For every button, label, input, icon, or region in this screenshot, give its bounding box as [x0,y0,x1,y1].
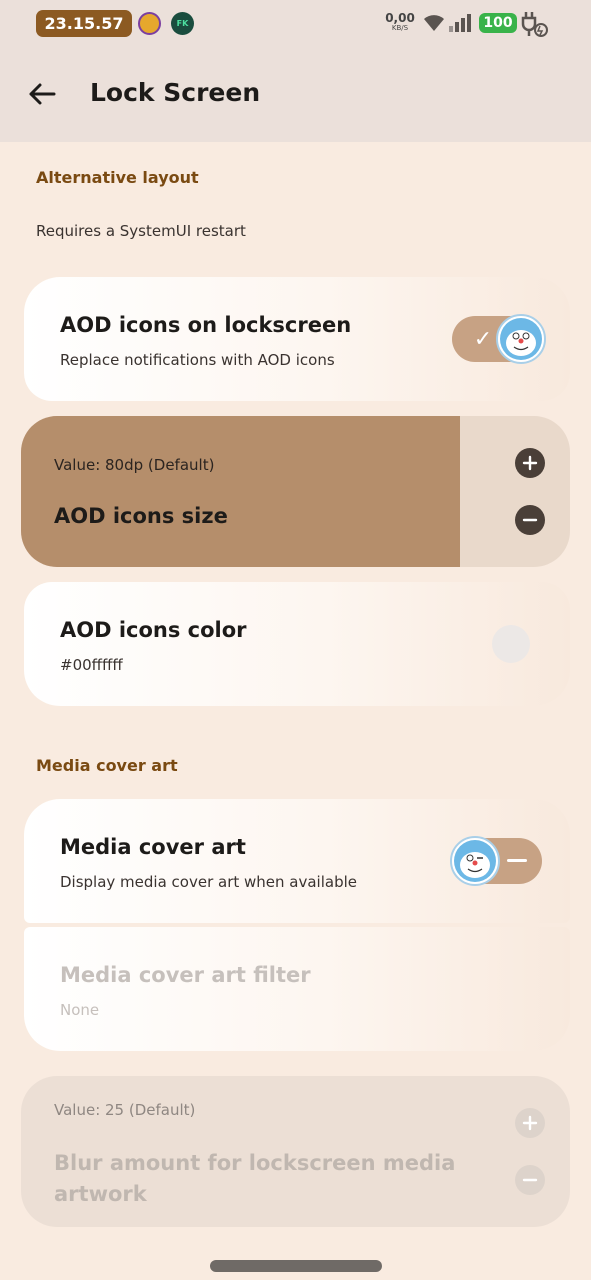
increase-button [515,1108,545,1138]
section-header-media-cover-art: Media cover art [36,756,178,775]
blur-amount-value: Value: 25 (Default) [54,1101,196,1119]
status-time: 23.15.57 [36,10,132,37]
color-swatch[interactable] [492,625,530,663]
toggle-knob-cat-icon [450,836,500,886]
media-cover-art-filter-setting: Media cover art filter None [24,927,570,1051]
battery-level: 100 [479,13,517,33]
media-cover-art-toggle[interactable] [450,836,542,886]
plus-icon [522,1115,538,1131]
minus-icon [522,518,538,522]
section-header-alternative-layout: Alternative layout [36,168,199,187]
media-cover-art-setting[interactable]: Media cover art Display media cover art … [24,799,570,923]
aod-icons-size-value: Value: 80dp (Default) [54,456,215,474]
aod-icons-color-setting[interactable]: AOD icons color #00ffffff [24,582,570,706]
media-cover-art-filter-title: Media cover art filter [60,963,311,987]
network-speed-unit: KB/S [391,24,409,32]
minus-icon [522,1178,538,1182]
status-bar: 23.15.57 FK 0,00 KB/S 100 [0,0,591,48]
status-avatar-icon [138,12,161,35]
media-cover-art-filter-value: None [60,1001,100,1019]
signal-icon [449,14,471,32]
aod-icons-color-title: AOD icons color [60,618,247,642]
increase-button[interactable] [515,448,545,478]
blur-amount-title: Blur amount for lockscreen media artwork [54,1148,455,1210]
aod-icons-toggle[interactable]: ✓ [452,314,546,364]
aod-icons-title: AOD icons on lockscreen [60,313,352,337]
app-bar: 23.15.57 FK 0,00 KB/S 100 Lock Screen [0,0,591,142]
wifi-icon [424,15,444,31]
toggle-knob-cat-icon [496,314,546,364]
aod-icons-subtitle: Replace notifications with AOD icons [60,351,335,369]
status-fk-icon: FK [171,12,194,35]
media-cover-art-title: Media cover art [60,835,246,859]
aod-icons-setting[interactable]: AOD icons on lockscreen Replace notifica… [24,277,570,401]
network-speed-value: 0,00 [385,11,415,25]
blur-amount-title-line2: artwork [54,1182,147,1206]
plus-icon [522,455,538,471]
decrease-button[interactable] [515,505,545,535]
aod-icons-size-title: AOD icons size [54,504,228,528]
dash-icon [494,838,540,884]
restart-note: Requires a SystemUI restart [36,222,246,240]
arrow-left-icon [29,83,56,105]
charging-plug-icon [521,12,548,37]
home-indicator[interactable] [210,1260,382,1272]
slider-fill [21,416,460,567]
media-cover-art-subtitle: Display media cover art when available [60,873,358,891]
aod-icons-color-value: #00ffffff [60,656,123,674]
network-speed: 0,00 KB/S [384,12,416,32]
decrease-button [515,1165,545,1195]
aod-icons-size-slider[interactable]: Value: 80dp (Default) AOD icons size [21,416,570,567]
blur-amount-title-line1: Blur amount for lockscreen media [54,1151,456,1175]
page-title: Lock Screen [90,78,261,107]
blur-amount-slider: Value: 25 (Default) Blur amount for lock… [21,1076,570,1227]
back-button[interactable] [24,76,60,112]
